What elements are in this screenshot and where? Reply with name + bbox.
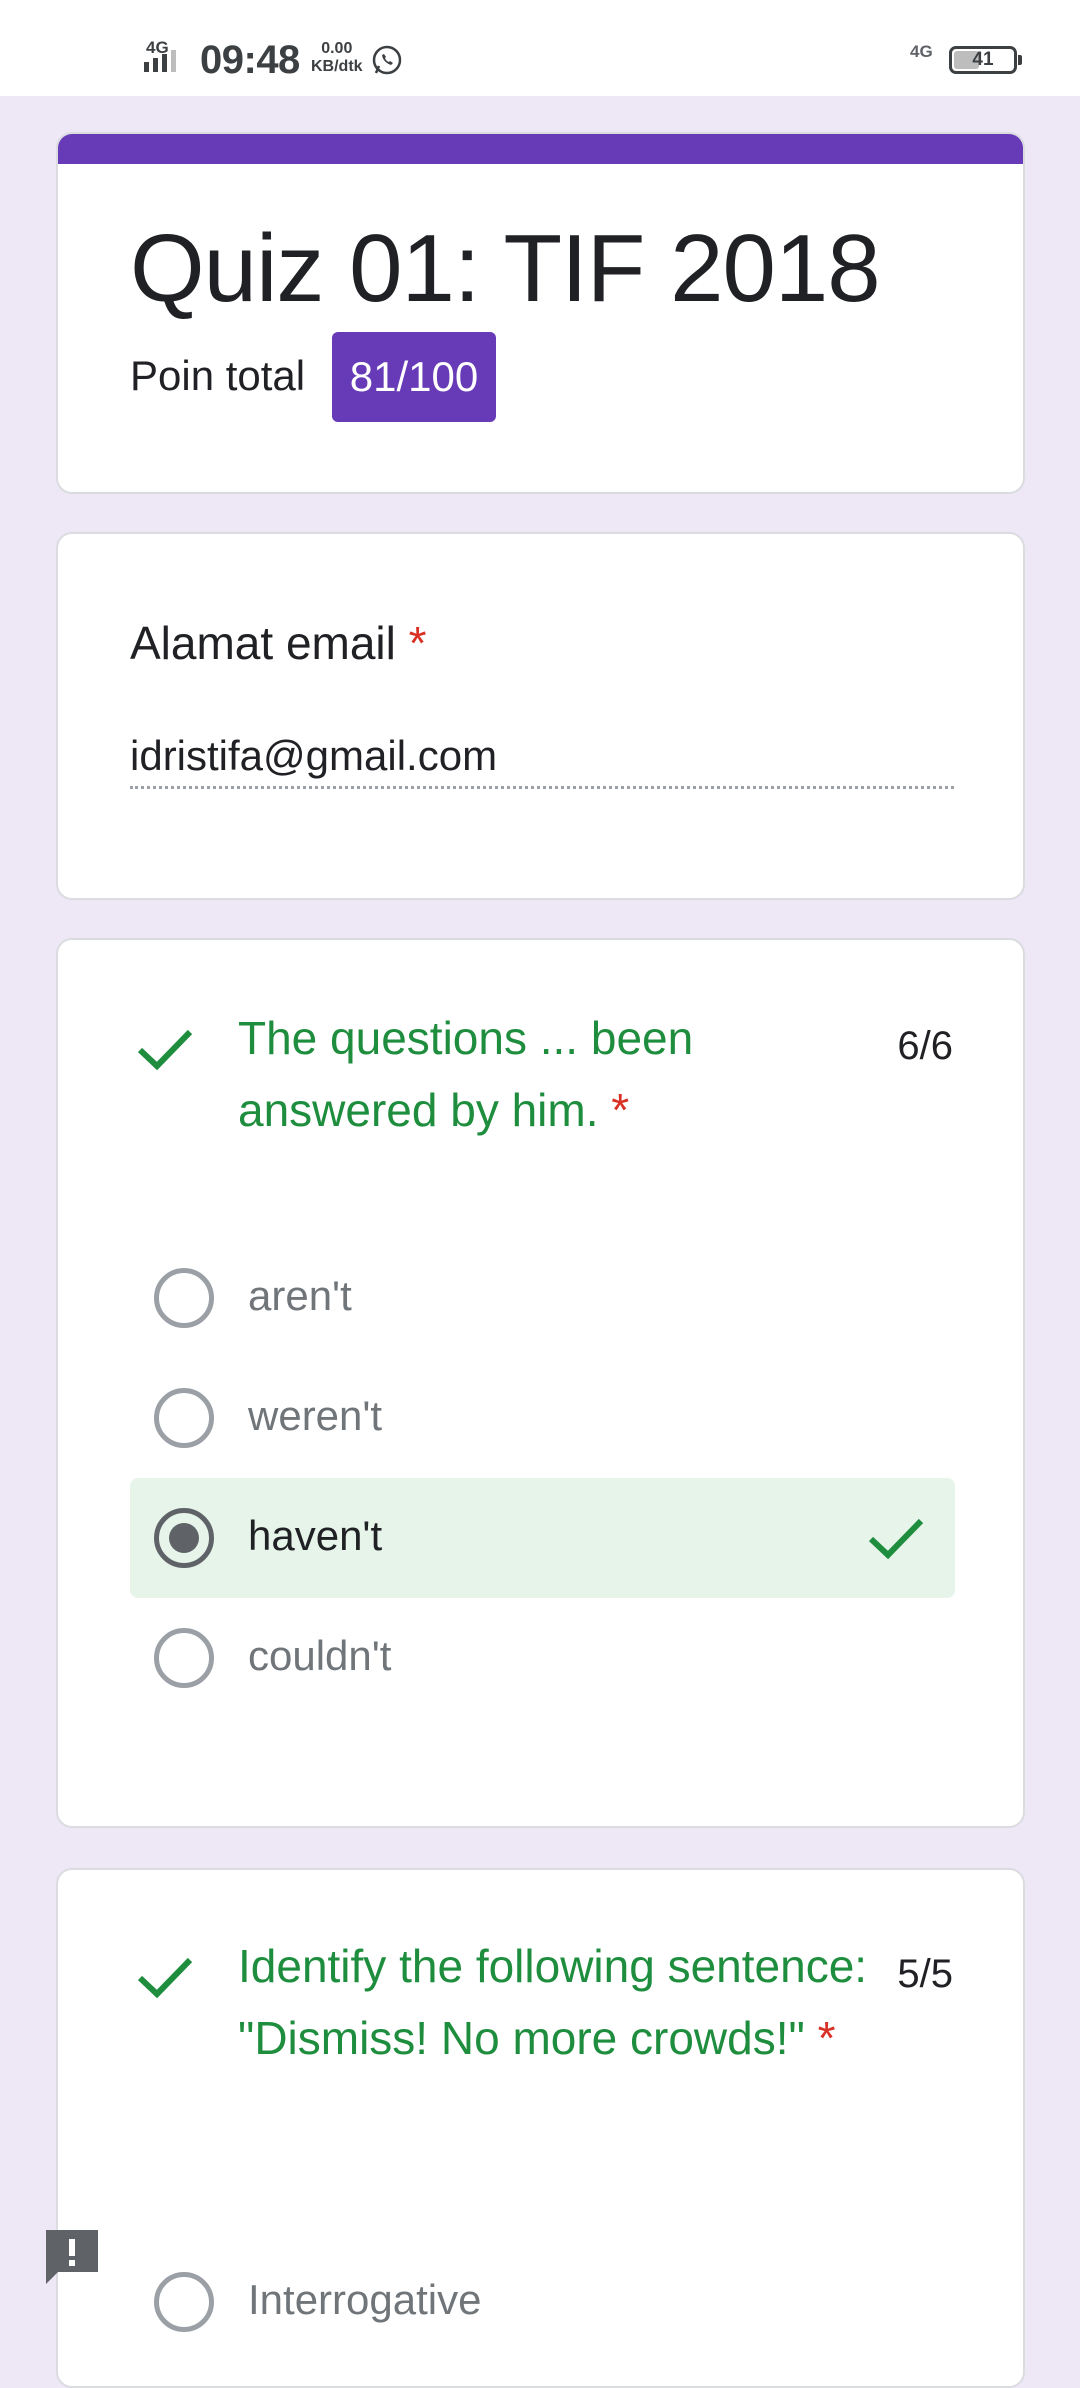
battery-icon: 41 bbox=[949, 46, 1022, 74]
option-label: aren't bbox=[248, 1272, 352, 1319]
required-asterisk: * bbox=[611, 1084, 630, 1136]
option-label: haven't bbox=[248, 1512, 383, 1559]
correct-check-icon bbox=[137, 1957, 193, 1999]
radio-button-checked[interactable] bbox=[154, 1508, 214, 1568]
question-card: The questions ... been answered by him. … bbox=[56, 938, 1025, 1828]
question-score: 5/5 bbox=[897, 1952, 953, 1996]
header-accent-bar bbox=[58, 134, 1023, 164]
total-points-badge: 81/100 bbox=[332, 332, 496, 422]
required-asterisk: * bbox=[817, 2012, 836, 2064]
answer-option[interactable]: couldn't bbox=[130, 1598, 955, 1718]
radio-button[interactable] bbox=[154, 1388, 214, 1448]
radio-button[interactable] bbox=[154, 1628, 214, 1688]
question-text: The questions ... been answered by him. … bbox=[238, 1002, 878, 1146]
network-speed-value: 0.00 bbox=[321, 40, 353, 57]
answer-option[interactable]: aren't bbox=[130, 1238, 955, 1358]
quiz-header-card: Quiz 01: TIF 2018 Poin total 81/100 bbox=[56, 132, 1025, 494]
email-card: Alamat email * idristifa@gmail.com bbox=[56, 532, 1025, 900]
feedback-icon[interactable] bbox=[42, 2226, 102, 2286]
question-score: 6/6 bbox=[897, 1024, 953, 1068]
quiz-title: Quiz 01: TIF 2018 bbox=[130, 215, 881, 322]
signal-icon bbox=[144, 50, 176, 72]
question-card: Identify the following sentence: "Dismis… bbox=[56, 1868, 1025, 2388]
option-label: Interrogative bbox=[248, 2276, 482, 2323]
email-underline bbox=[130, 786, 954, 789]
correct-check-icon bbox=[868, 1518, 924, 1560]
network-speed-unit: KB/dtk bbox=[311, 58, 363, 75]
battery-level: 41 bbox=[972, 49, 994, 70]
network-speed: 0.00 KB/dtk bbox=[311, 40, 363, 76]
email-value: idristifa@gmail.com bbox=[130, 732, 498, 779]
option-label: couldn't bbox=[248, 1632, 392, 1679]
whatsapp-icon bbox=[372, 45, 402, 75]
email-label-text: Alamat email bbox=[130, 617, 396, 669]
answer-option[interactable]: Interrogative bbox=[130, 2242, 955, 2362]
option-label: weren't bbox=[248, 1392, 383, 1439]
radio-button[interactable] bbox=[154, 1268, 214, 1328]
total-points-label: Poin total bbox=[130, 352, 306, 399]
email-label: Alamat email * bbox=[130, 616, 427, 670]
answer-option[interactable]: weren't bbox=[130, 1358, 955, 1478]
clock: 09:48 bbox=[200, 38, 300, 82]
radio-button[interactable] bbox=[154, 2272, 214, 2332]
required-asterisk: * bbox=[408, 617, 427, 669]
status-bar: 4G 09:48 0.00 KB/dtk 4G 41 bbox=[0, 0, 1080, 96]
network-type-label-right: 4G bbox=[910, 42, 933, 61]
question-text: Identify the following sentence: "Dismis… bbox=[238, 1930, 878, 2074]
answer-option-selected[interactable]: haven't bbox=[130, 1478, 955, 1598]
question-text-body: Identify the following sentence: "Dismis… bbox=[238, 1940, 868, 2064]
correct-check-icon bbox=[137, 1029, 193, 1071]
